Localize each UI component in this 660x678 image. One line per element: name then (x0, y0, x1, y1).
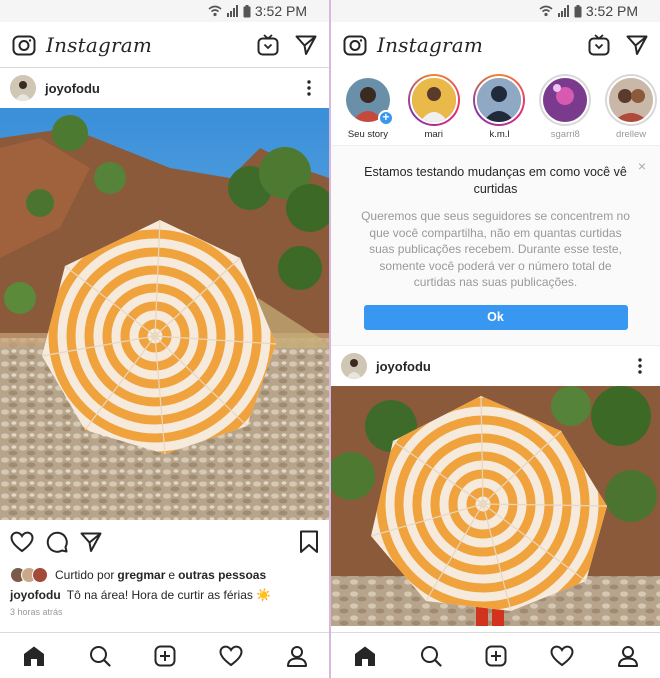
post-header: joyofodu (0, 68, 329, 108)
story-ring (407, 74, 460, 126)
signal-icon (557, 5, 569, 17)
battery-icon (243, 4, 251, 17)
status-bar: 3:52 PM (0, 0, 329, 22)
stories-tray: + Seu story mari k.m.l sgarri8 drellew (331, 68, 660, 146)
direct-message-icon[interactable] (626, 34, 648, 56)
avatar[interactable] (10, 75, 36, 101)
story-item[interactable]: drellew (602, 74, 660, 145)
liked-by-conj: e (168, 568, 176, 582)
post-header: joyofodu (331, 346, 660, 386)
activity-heart-icon[interactable] (549, 645, 574, 667)
avatar[interactable] (341, 353, 367, 379)
liked-by[interactable]: Curtido por gregmar e outras pessoas (0, 564, 329, 586)
story-label: Seu story (347, 129, 388, 140)
avatar (32, 567, 48, 583)
story-item[interactable]: k.m.l (471, 74, 529, 145)
top-bar: Instagram (0, 22, 329, 68)
camera-icon[interactable] (12, 34, 36, 56)
story-label: drellew (616, 129, 647, 140)
add-post-icon[interactable] (154, 645, 176, 667)
post-photo[interactable] (0, 108, 329, 520)
signal-icon (226, 5, 238, 17)
bottom-nav (0, 632, 329, 678)
wifi-icon (539, 5, 553, 17)
add-post-icon[interactable] (485, 645, 507, 667)
add-story-icon[interactable]: + (377, 110, 394, 126)
instagram-logo: Instagram (377, 33, 484, 57)
story-item[interactable]: sgarri8 (536, 74, 594, 145)
liked-by-prefix: Curtido por (55, 568, 115, 582)
profile-icon[interactable] (286, 645, 308, 667)
post-username[interactable]: joyofodu (45, 81, 100, 96)
story-ring (605, 74, 658, 126)
status-time: 3:52 PM (585, 3, 638, 19)
igtv-icon[interactable] (588, 34, 610, 56)
top-bar: Instagram (331, 22, 660, 68)
activity-heart-icon[interactable] (218, 645, 243, 667)
heart-icon[interactable] (10, 531, 34, 553)
left-screen: 3:52 PM Instagram joyofodu Curtido por g… (0, 0, 329, 678)
status-time: 3:52 PM (254, 3, 307, 19)
story-item[interactable]: mari (405, 74, 463, 145)
story-own[interactable]: + Seu story (339, 74, 397, 145)
notice-title: Estamos testando mudanças em como você v… (364, 165, 627, 196)
avatar (409, 76, 458, 124)
ok-button[interactable]: Ok (363, 304, 628, 330)
battery-icon (574, 4, 582, 17)
post-photo[interactable] (331, 386, 660, 626)
liked-by-user[interactable]: gregmar (117, 568, 165, 582)
liked-by-rest[interactable]: outras pessoas (178, 568, 266, 582)
wifi-icon (208, 5, 222, 17)
bookmark-icon[interactable] (299, 530, 319, 554)
story-label: sgarri8 (550, 129, 580, 140)
status-bar: 3:52 PM (331, 0, 660, 22)
close-icon[interactable]: × (638, 158, 646, 174)
avatar (541, 76, 590, 124)
search-icon[interactable] (420, 645, 442, 667)
igtv-icon[interactable] (257, 33, 279, 56)
story-ring: + (342, 74, 394, 126)
bottom-nav (331, 632, 660, 678)
home-icon[interactable] (353, 645, 377, 667)
liker-avatars (10, 567, 48, 583)
avatar (607, 76, 656, 124)
right-screen: 3:52 PM Instagram + Seu story mari k.m.l… (331, 0, 660, 678)
post-caption: joyofodu Tô na área! Hora de curtir as f… (0, 586, 329, 602)
story-label: k.m.l (489, 129, 510, 140)
story-ring (539, 74, 592, 126)
search-icon[interactable] (89, 645, 111, 667)
caption-username[interactable]: joyofodu (10, 588, 61, 602)
avatar (475, 76, 524, 124)
story-ring (473, 74, 526, 126)
caption-text: Tô na área! Hora de curtir as férias ☀️ (66, 588, 272, 602)
post-timestamp: 3 horas atrás (10, 607, 63, 617)
direct-message-icon[interactable] (295, 34, 317, 56)
profile-icon[interactable] (617, 645, 639, 667)
instagram-logo: Instagram (46, 32, 153, 57)
likes-test-notice: × Estamos testando mudanças em como você… (331, 146, 660, 346)
share-icon[interactable] (80, 531, 102, 553)
more-options-icon[interactable] (630, 358, 650, 374)
post-username[interactable]: joyofodu (376, 359, 431, 374)
home-icon[interactable] (22, 645, 46, 667)
notice-body: Queremos que seus seguidores se concentr… (361, 209, 630, 289)
comment-icon[interactable] (46, 531, 68, 553)
more-options-icon[interactable] (299, 80, 319, 96)
post-actions (0, 520, 329, 564)
story-label: mari (424, 129, 443, 140)
camera-icon[interactable] (343, 34, 367, 56)
